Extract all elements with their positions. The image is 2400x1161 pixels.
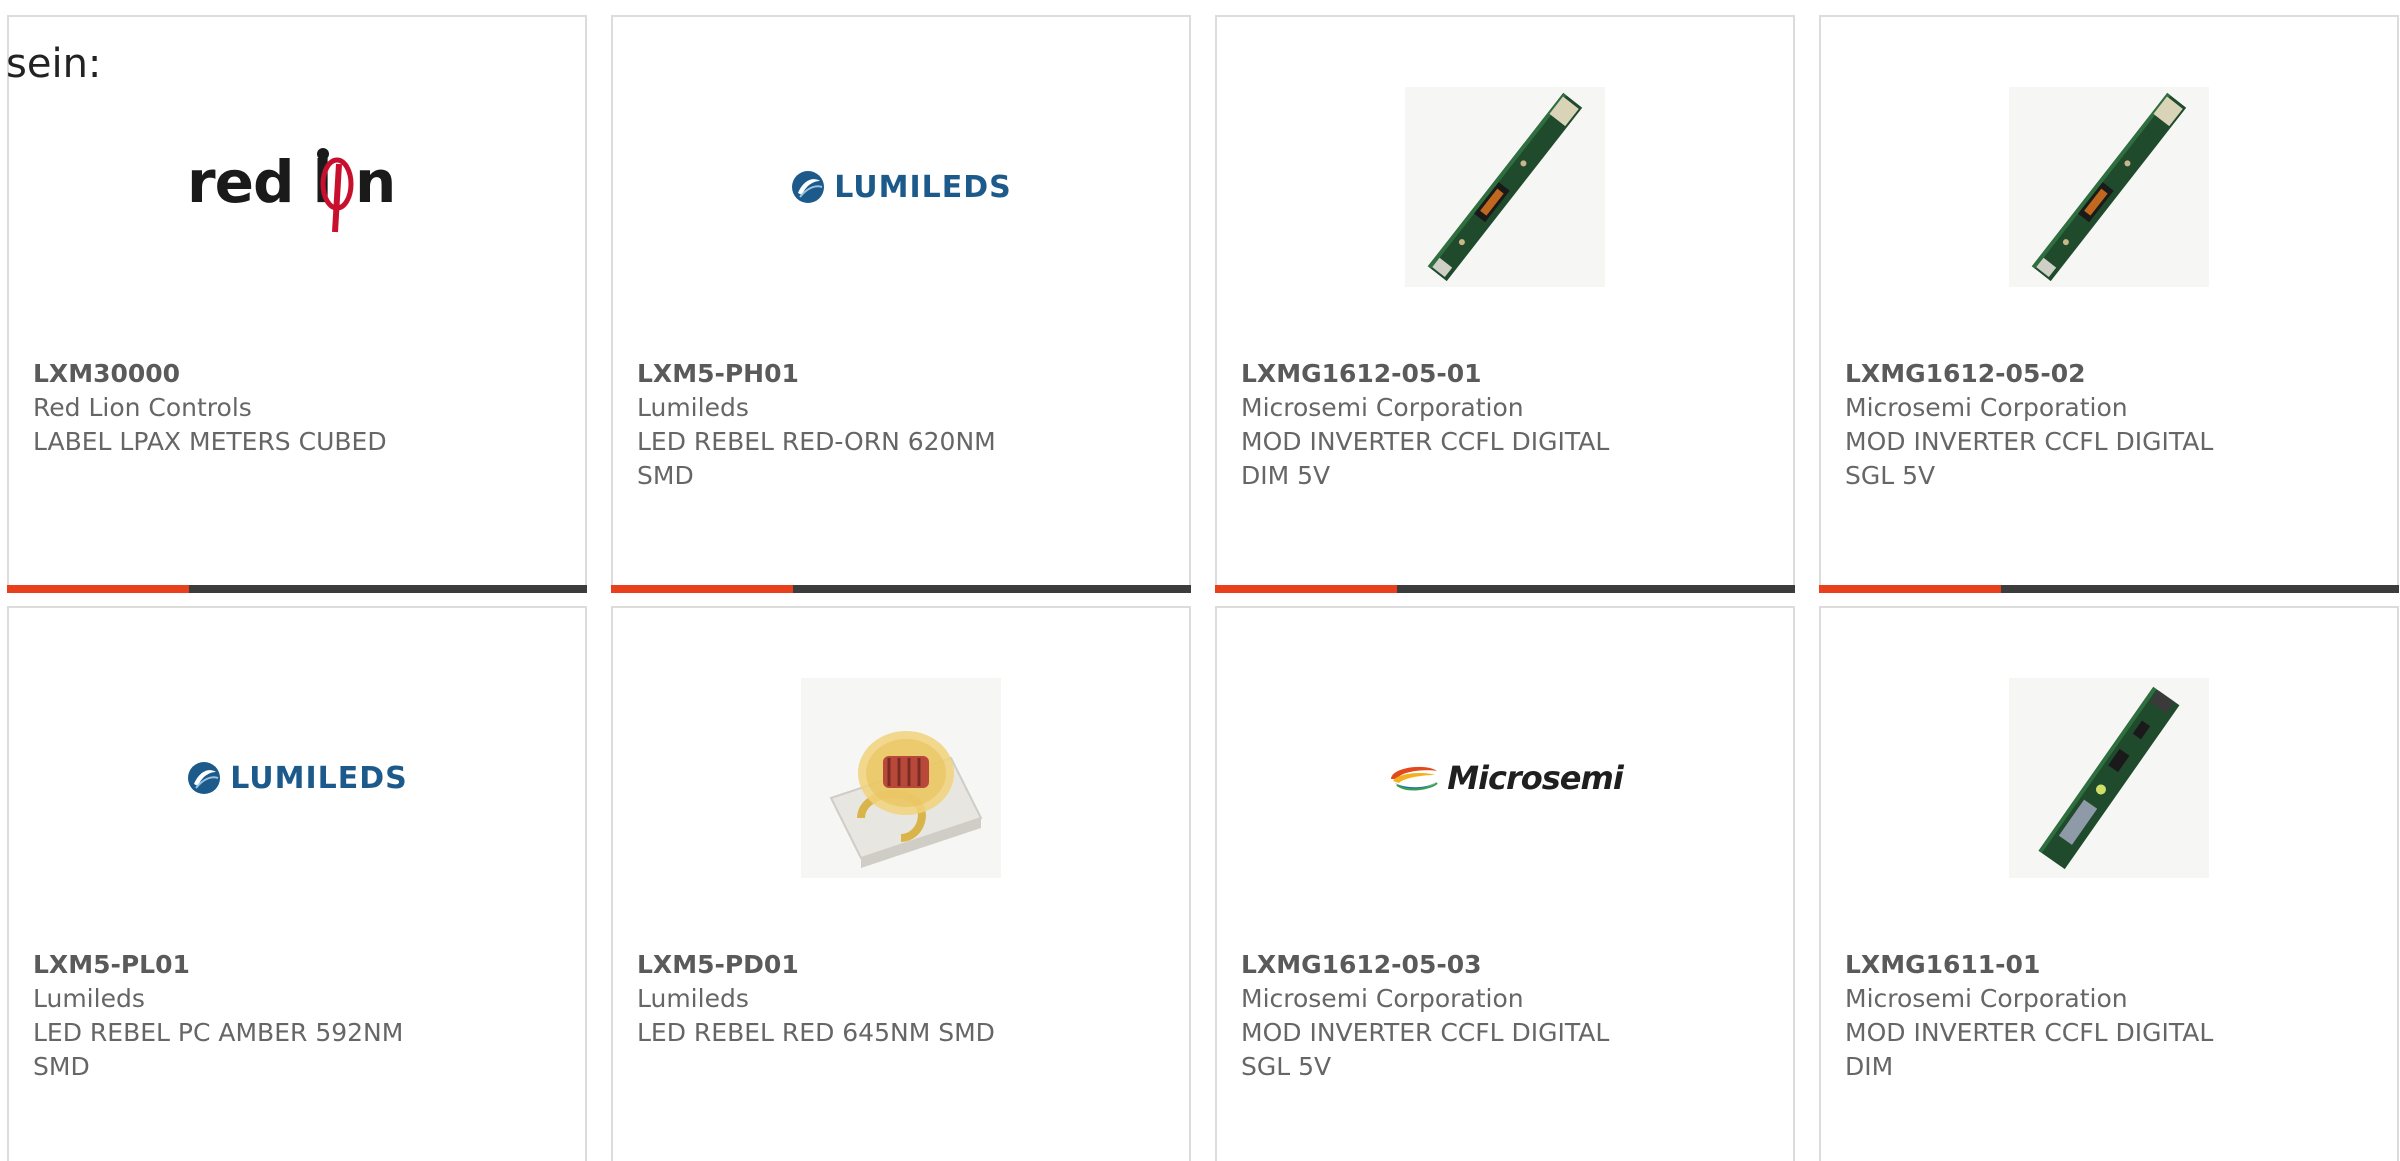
product-card[interactable]: LXMG1612-05-02 Microsemi Corporation MOD… <box>1819 15 2399 593</box>
part-number[interactable]: LXM5-PH01 <box>637 357 1165 391</box>
product-info: LXM30000 Red Lion Controls LABEL LPAX ME… <box>33 357 561 459</box>
manufacturer: Lumileds <box>33 984 145 1013</box>
intro-text: sein: <box>6 41 102 87</box>
product-image <box>1821 608 2397 948</box>
card-accent-bar <box>611 585 1191 593</box>
svg-text:red l: red l <box>187 148 332 216</box>
microsemi-swoosh-icon <box>1391 766 1438 791</box>
product-info: LXMG1612-05-02 Microsemi Corporation MOD… <box>1845 357 2373 493</box>
manufacturer: Microsemi Corporation <box>1241 984 1524 1013</box>
page: sein: red l n LXM30000 Red Lion Controls <box>0 0 2400 1161</box>
description: MOD INVERTER CCFL DIGITAL SGL 5V <box>1845 427 2214 490</box>
card-accent-bar <box>1819 585 2399 593</box>
manufacturer: Red Lion Controls <box>33 393 252 422</box>
product-card[interactable]: LXM5-PD01 Lumileds LED REBEL RED 645NM S… <box>611 606 1191 1161</box>
product-image: LUMILEDS <box>9 608 585 948</box>
description: MOD INVERTER CCFL DIGITAL DIM 5V <box>1241 427 1610 490</box>
product-image <box>1217 17 1793 357</box>
part-number[interactable]: LXMG1611-01 <box>1845 948 2373 982</box>
description: LED REBEL RED-ORN 620NM SMD <box>637 427 996 490</box>
part-number[interactable]: LXMG1612-05-03 <box>1241 948 1769 982</box>
lumileds-mark-icon <box>188 762 221 794</box>
product-card[interactable]: red l n LXM30000 Red Lion Controls LABEL… <box>7 15 587 593</box>
inverter-board-photo <box>1405 87 1605 287</box>
part-number[interactable]: LXM30000 <box>33 357 561 391</box>
product-card[interactable]: LXMG1611-01 Microsemi Corporation MOD IN… <box>1819 606 2399 1161</box>
inverter-board-photo <box>2009 87 2209 287</box>
product-info: LXMG1611-01 Microsemi Corporation MOD IN… <box>1845 948 2373 1084</box>
lumileds-logo: LUMILEDS <box>790 169 1012 205</box>
part-number[interactable]: LXM5-PL01 <box>33 948 561 982</box>
description: MOD INVERTER CCFL DIGITAL DIM <box>1845 1018 2214 1081</box>
red-lion-logo: red l n <box>187 132 407 242</box>
product-info: LXM5-PL01 Lumileds LED REBEL PC AMBER 59… <box>33 948 561 1084</box>
svg-text:n: n <box>355 148 395 216</box>
product-image <box>613 608 1189 948</box>
microsemi-wordmark: Microsemi <box>1447 759 1624 797</box>
card-accent-bar <box>1215 585 1795 593</box>
lumileds-wordmark: LUMILEDS <box>230 760 408 796</box>
description: LED REBEL RED 645NM SMD <box>637 1018 995 1047</box>
description: LABEL LPAX METERS CUBED <box>33 427 387 456</box>
card-accent-bar <box>7 585 587 593</box>
manufacturer: Microsemi Corporation <box>1241 393 1524 422</box>
lumileds-wordmark: LUMILEDS <box>834 169 1012 205</box>
product-grid: red l n LXM30000 Red Lion Controls LABEL… <box>7 15 2400 1161</box>
manufacturer: Microsemi Corporation <box>1845 984 2128 1013</box>
product-info: LXM5-PH01 Lumileds LED REBEL RED-ORN 620… <box>637 357 1165 493</box>
product-image: Microsemi <box>1217 608 1793 948</box>
part-number[interactable]: LXMG1612-05-02 <box>1845 357 2373 391</box>
manufacturer: Lumileds <box>637 393 749 422</box>
led-rebel-photo <box>801 678 1001 878</box>
product-image <box>1821 17 2397 357</box>
product-card[interactable]: LUMILEDS LXM5-PL01 Lumileds LED REBEL PC… <box>7 606 587 1161</box>
description: LED REBEL PC AMBER 592NM SMD <box>33 1018 404 1081</box>
product-info: LXMG1612-05-01 Microsemi Corporation MOD… <box>1241 357 1769 493</box>
part-number[interactable]: LXM5-PD01 <box>637 948 1165 982</box>
microsemi-logo: Microsemi <box>1387 759 1624 797</box>
product-info: LXMG1612-05-03 Microsemi Corporation MOD… <box>1241 948 1769 1084</box>
product-card[interactable]: LXMG1612-05-01 Microsemi Corporation MOD… <box>1215 15 1795 593</box>
inverter-board-photo-2 <box>2009 678 2209 878</box>
lumileds-logo: LUMILEDS <box>186 760 408 796</box>
description: MOD INVERTER CCFL DIGITAL SGL 5V <box>1241 1018 1610 1081</box>
manufacturer: Lumileds <box>637 984 749 1013</box>
part-number[interactable]: LXMG1612-05-01 <box>1241 357 1769 391</box>
product-image: LUMILEDS <box>613 17 1189 357</box>
product-card[interactable]: Microsemi LXMG1612-05-03 Microsemi Corpo… <box>1215 606 1795 1161</box>
lumileds-mark-icon <box>792 171 825 203</box>
product-info: LXM5-PD01 Lumileds LED REBEL RED 645NM S… <box>637 948 1165 1050</box>
manufacturer: Microsemi Corporation <box>1845 393 2128 422</box>
product-card[interactable]: LUMILEDS LXM5-PH01 Lumileds LED REBEL RE… <box>611 15 1191 593</box>
